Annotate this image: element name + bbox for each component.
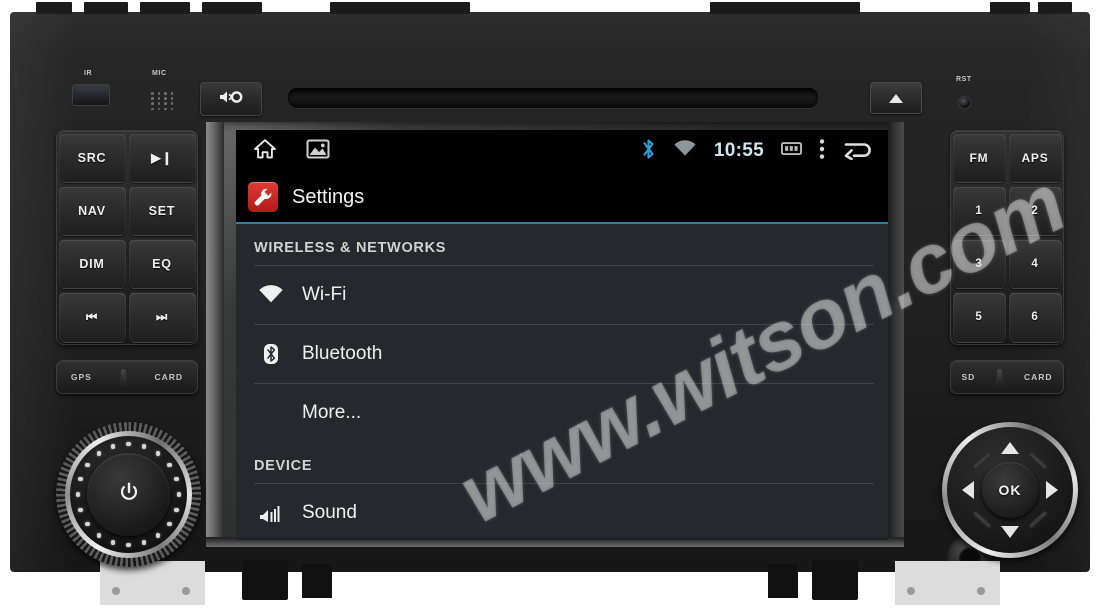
right-button-pad: FM APS 1 2 3 4 5 6 xyxy=(950,130,1064,345)
right-arrow-icon[interactable] xyxy=(1046,481,1058,499)
left-button-pad: SRC ▶❙ NAV SET DIM EQ ⏮ ⏭ xyxy=(56,130,198,345)
power-button[interactable] xyxy=(87,453,170,536)
cd-disc-slot[interactable] xyxy=(288,88,818,108)
card-slot-label-right: CARD xyxy=(1024,372,1053,382)
volume-power-knob[interactable] xyxy=(56,422,201,567)
left-arrow-icon[interactable] xyxy=(962,481,974,499)
list-item-bluetooth[interactable]: Bluetooth xyxy=(236,325,888,383)
key-preset-1[interactable]: 1 xyxy=(952,185,1006,236)
list-item-label: Bluetooth xyxy=(302,343,383,364)
list-item-label: Sound xyxy=(302,502,357,523)
list-item-wifi[interactable]: Wi-Fi xyxy=(236,266,888,324)
card-slot-label-left: CARD xyxy=(154,372,184,382)
key-aps[interactable]: APS xyxy=(1008,132,1062,183)
eject-button[interactable] xyxy=(870,82,922,114)
wifi-icon xyxy=(258,285,284,305)
mounting-bracket-right xyxy=(895,561,1000,605)
touchscreen-display[interactable]: 10:55 Settings WIRELESS & NETWORKS Wi-Fi… xyxy=(236,130,888,540)
ir-receiver xyxy=(72,84,110,106)
list-item-sound[interactable]: Sound xyxy=(236,484,888,540)
mounting-bracket-left xyxy=(100,561,205,605)
dpad-control: OK xyxy=(942,422,1078,558)
down-arrow-icon[interactable] xyxy=(1001,526,1019,538)
mount-tab-right xyxy=(812,560,858,600)
right-card-slot-bar: SD CARD xyxy=(950,360,1064,394)
wifi-icon xyxy=(673,139,697,163)
reset-button[interactable] xyxy=(958,96,971,109)
key-preset-3[interactable]: 3 xyxy=(952,239,1006,290)
key-nav[interactable]: NAV xyxy=(58,185,126,236)
mount-tab-left-2 xyxy=(302,564,332,598)
section-header-wireless: WIRELESS & NETWORKS xyxy=(254,240,447,256)
list-item-more[interactable]: More... xyxy=(236,384,888,442)
status-clock: 10:55 xyxy=(713,140,764,161)
mic-label: MIC xyxy=(152,70,167,77)
key-dim[interactable]: DIM xyxy=(58,239,126,290)
mount-tab-right-2 xyxy=(768,564,798,598)
gallery-icon[interactable] xyxy=(306,138,330,165)
gps-slot-label: GPS xyxy=(70,372,92,382)
overflow-menu-icon[interactable] xyxy=(819,138,825,165)
sound-volume-icon xyxy=(258,503,284,523)
back-icon[interactable] xyxy=(842,138,874,165)
bluetooth-icon xyxy=(641,138,656,165)
list-item-label: Wi-Fi xyxy=(302,284,347,305)
eject-triangle-icon xyxy=(889,93,903,103)
section-header-device: DEVICE xyxy=(254,458,313,474)
bluetooth-icon xyxy=(258,342,284,366)
settings-wrench-icon xyxy=(248,182,278,212)
mute-button[interactable] xyxy=(200,82,262,116)
car-head-unit-chassis: IR MIC RST SRC ▶❙ NAV SET DIM EQ ⏮ ⏭ GPS… xyxy=(10,2,1090,605)
ok-button[interactable]: OK xyxy=(982,462,1038,518)
up-arrow-icon[interactable] xyxy=(1001,442,1019,454)
mount-tab-left xyxy=(242,560,288,600)
slot-divider-right xyxy=(996,368,1004,386)
bezel-left-edge xyxy=(206,122,224,547)
list-item-label: More... xyxy=(302,402,362,423)
power-icon xyxy=(118,481,140,508)
key-fm[interactable]: FM xyxy=(952,132,1006,183)
screenshot-icon[interactable] xyxy=(781,141,802,161)
key-preset-2[interactable]: 2 xyxy=(1008,185,1062,236)
microphone-holes xyxy=(148,90,174,111)
ir-label: IR xyxy=(84,70,93,77)
key-set[interactable]: SET xyxy=(128,185,196,236)
left-card-slot-bar: GPS CARD xyxy=(56,360,198,394)
key-preset-6[interactable]: 6 xyxy=(1008,292,1062,343)
key-play-pause[interactable]: ▶❙ xyxy=(128,132,196,183)
bezel-right-edge xyxy=(888,122,904,547)
chassis-top-notches xyxy=(10,2,1090,14)
key-preset-5[interactable]: 5 xyxy=(952,292,1006,343)
screenshot-root: IR MIC RST SRC ▶❙ NAV SET DIM EQ ⏮ ⏭ GPS… xyxy=(0,0,1100,615)
home-icon[interactable] xyxy=(252,137,278,166)
android-status-bar: 10:55 xyxy=(236,130,888,172)
key-eq[interactable]: EQ xyxy=(128,239,196,290)
rst-label: RST xyxy=(956,76,972,83)
sd-slot-label: SD xyxy=(961,372,976,382)
key-next-track[interactable]: ⏭ xyxy=(128,292,196,343)
key-previous-track[interactable]: ⏮ xyxy=(58,292,126,343)
settings-list[interactable]: WIRELESS & NETWORKS Wi-Fi Bluetooth More… xyxy=(236,224,888,538)
key-preset-4[interactable]: 4 xyxy=(1008,239,1062,290)
slot-divider-left xyxy=(119,368,127,386)
screen-bezel: 10:55 Settings WIRELESS & NETWORKS Wi-Fi… xyxy=(206,122,904,547)
page-title: Settings xyxy=(292,185,365,208)
settings-action-bar: Settings xyxy=(236,172,888,224)
speaker-mute-icon xyxy=(218,89,244,110)
key-src[interactable]: SRC xyxy=(58,132,126,183)
